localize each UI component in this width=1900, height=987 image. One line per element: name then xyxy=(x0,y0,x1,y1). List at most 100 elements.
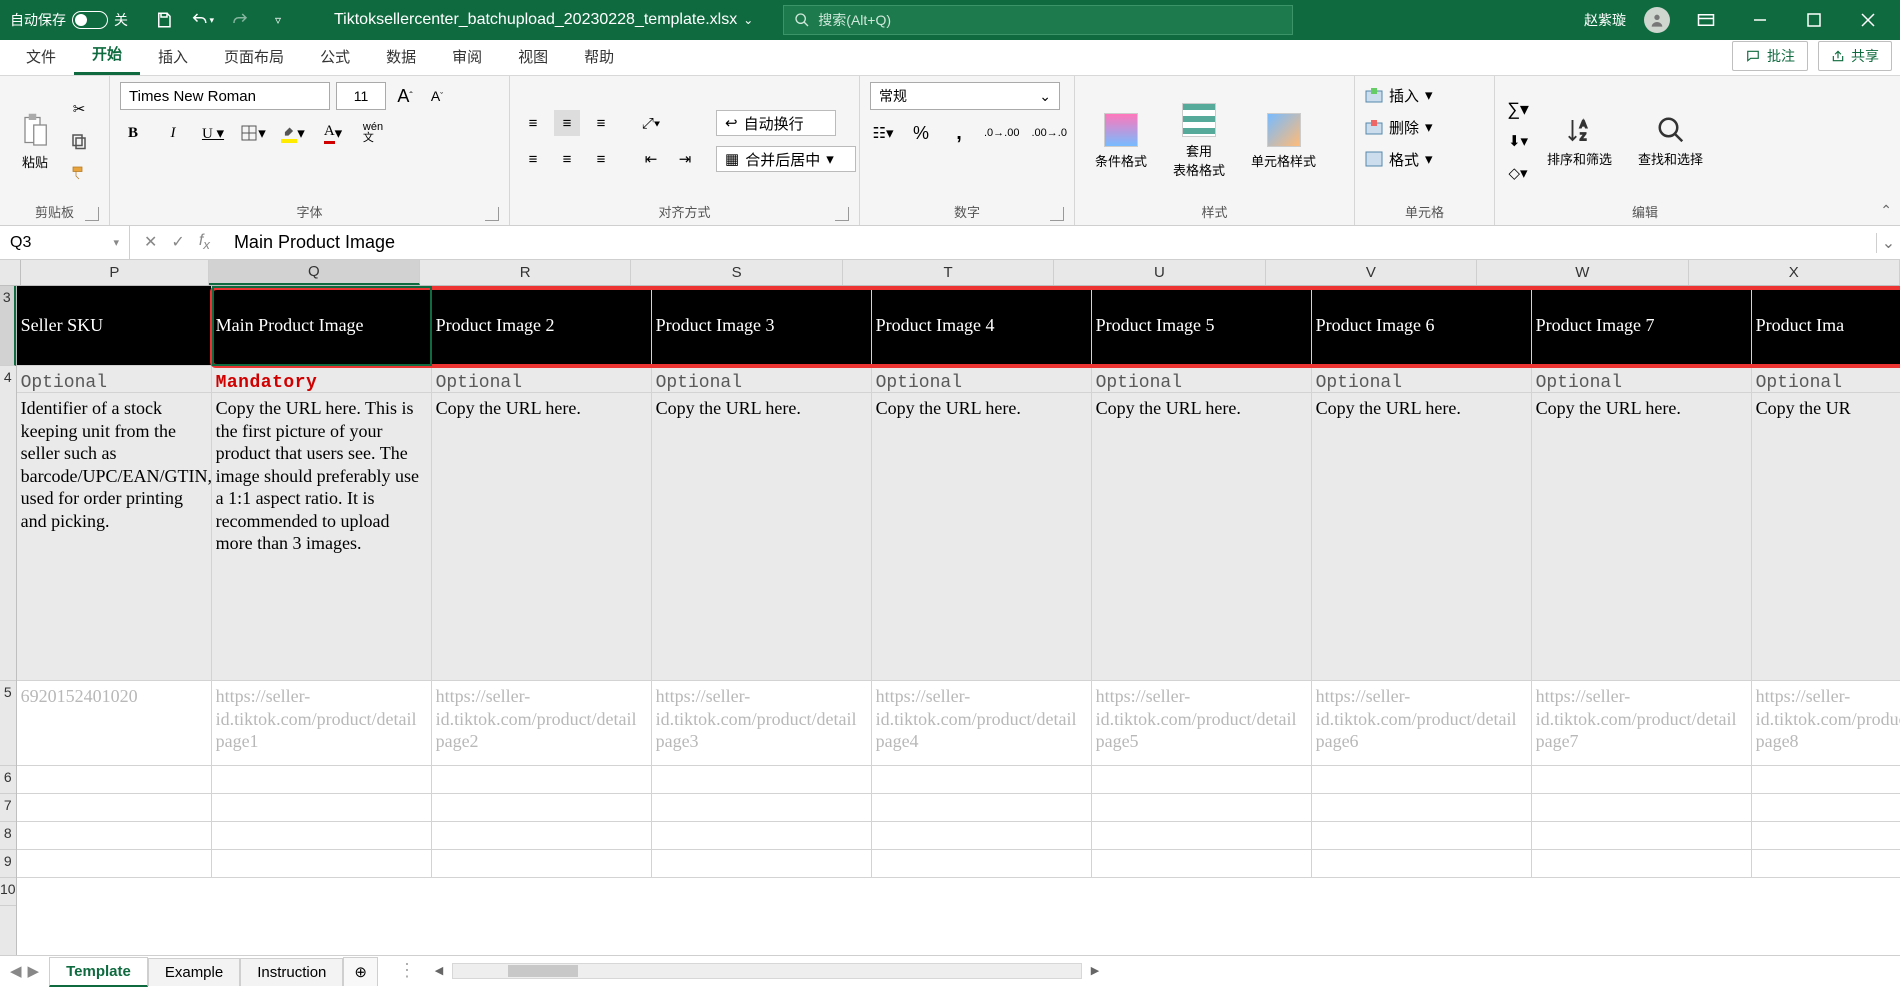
dialog-launcher-icon[interactable] xyxy=(485,207,499,221)
cell[interactable]: https://seller-id.tiktok.com/product/det… xyxy=(212,681,432,765)
sheet-nav-next-icon[interactable]: ▶ xyxy=(28,962,40,980)
new-sheet-button[interactable]: ⊕ xyxy=(343,957,378,986)
comma-icon[interactable]: , xyxy=(946,120,972,146)
tab-help[interactable]: 帮助 xyxy=(566,38,632,75)
name-box[interactable]: Q3▾ xyxy=(0,226,130,259)
decrease-decimal-icon[interactable]: .00→.0 xyxy=(1031,120,1066,146)
autosum-icon[interactable]: ∑▾ xyxy=(1505,96,1531,122)
sheet-tab-template[interactable]: Template xyxy=(49,957,148,987)
cell[interactable] xyxy=(1092,766,1312,793)
select-all-triangle[interactable] xyxy=(0,260,21,285)
border-icon[interactable]: ▾ xyxy=(240,120,266,146)
cell[interactable]: Optional xyxy=(1092,366,1312,392)
decrease-font-icon[interactable]: Aˇ xyxy=(424,83,450,109)
cell[interactable]: Optional xyxy=(432,366,652,392)
cell[interactable] xyxy=(212,822,432,849)
cell[interactable] xyxy=(1092,822,1312,849)
save-icon[interactable] xyxy=(152,8,176,32)
cell[interactable]: Product Image 4 xyxy=(872,286,1092,365)
cell[interactable] xyxy=(1312,766,1532,793)
cell[interactable] xyxy=(432,794,652,821)
cell[interactable] xyxy=(1312,850,1532,877)
cell[interactable] xyxy=(1312,794,1532,821)
cell[interactable]: Optional xyxy=(1532,366,1752,392)
row-header[interactable]: 7 xyxy=(0,794,16,822)
align-left-icon[interactable]: ≡ xyxy=(520,146,546,172)
cell[interactable] xyxy=(872,850,1092,877)
tab-home[interactable]: 开始 xyxy=(74,35,140,75)
dialog-launcher-icon[interactable] xyxy=(85,207,99,221)
cell[interactable] xyxy=(432,822,652,849)
merge-center-button[interactable]: ▦合并后居中▾ xyxy=(716,146,856,172)
cell[interactable]: Product Image 6 xyxy=(1312,286,1532,365)
cut-icon[interactable]: ✂ xyxy=(66,96,92,122)
conditional-format-button[interactable]: 条件格式 xyxy=(1085,113,1157,170)
clear-icon[interactable]: ◇▾ xyxy=(1505,160,1531,186)
tab-formula[interactable]: 公式 xyxy=(302,38,368,75)
autosave-toggle[interactable]: 自动保存 关 xyxy=(0,10,138,30)
cell[interactable] xyxy=(1752,822,1900,849)
tab-view[interactable]: 视图 xyxy=(500,38,566,75)
column-header[interactable]: V xyxy=(1266,260,1477,285)
column-header[interactable]: W xyxy=(1477,260,1688,285)
paste-button[interactable]: 粘贴 xyxy=(10,112,60,171)
cancel-formula-icon[interactable]: ✕ xyxy=(144,232,157,252)
cell[interactable] xyxy=(652,766,872,793)
cell[interactable] xyxy=(1532,794,1752,821)
cell[interactable] xyxy=(872,766,1092,793)
horizontal-scrollbar[interactable]: ⋮ ◀ ▶ xyxy=(378,960,1900,981)
comments-button[interactable]: 批注 xyxy=(1732,41,1808,71)
sort-filter-button[interactable]: AZ排序和筛选 xyxy=(1537,115,1622,168)
insert-cells-button[interactable]: 插入▾ xyxy=(1365,82,1433,108)
row-header[interactable]: 10 xyxy=(0,878,16,906)
tab-file[interactable]: 文件 xyxy=(8,38,74,75)
cell[interactable]: 6920152401020 xyxy=(17,681,212,765)
cell[interactable]: Copy the URL here. xyxy=(872,393,1092,680)
column-header[interactable]: U xyxy=(1054,260,1265,285)
cell[interactable] xyxy=(432,850,652,877)
cell[interactable] xyxy=(17,766,212,793)
cell[interactable]: Identifier of a stock keeping unit from … xyxy=(17,393,212,680)
align-right-icon[interactable]: ≡ xyxy=(588,146,614,172)
hscrollbar-thumb[interactable] xyxy=(508,965,578,977)
tab-insert[interactable]: 插入 xyxy=(140,38,206,75)
cell[interactable] xyxy=(1752,766,1900,793)
cell[interactable]: Copy the URL here. xyxy=(1312,393,1532,680)
cell[interactable] xyxy=(1092,794,1312,821)
enter-formula-icon[interactable]: ✓ xyxy=(171,232,184,252)
document-title[interactable]: Tiktoksellercenter_batchupload_20230228_… xyxy=(304,11,783,29)
cell[interactable]: Optional xyxy=(17,366,212,392)
column-header[interactable]: T xyxy=(843,260,1054,285)
column-header[interactable]: R xyxy=(420,260,631,285)
cell[interactable] xyxy=(212,766,432,793)
cell[interactable]: https://seller-id.tiktok.com/product/det… xyxy=(652,681,872,765)
row-header[interactable]: 3 xyxy=(0,286,16,366)
scroll-right-icon[interactable]: ▶ xyxy=(1086,964,1104,977)
column-header[interactable]: Q xyxy=(209,260,420,285)
cell[interactable]: Copy the URL here. xyxy=(652,393,872,680)
sheet-tab-instruction[interactable]: Instruction xyxy=(240,958,343,986)
tab-data[interactable]: 数据 xyxy=(368,38,434,75)
cell[interactable]: Copy the URL here. xyxy=(1092,393,1312,680)
font-size-combo[interactable]: 11 xyxy=(336,82,386,110)
align-top-icon[interactable]: ≡ xyxy=(520,110,546,136)
align-middle-icon[interactable]: ≡ xyxy=(554,110,580,136)
copy-icon[interactable] xyxy=(66,128,92,154)
number-format-combo[interactable]: 常规⌄ xyxy=(870,82,1060,110)
cell[interactable]: Product Image 7 xyxy=(1532,286,1752,365)
cell[interactable] xyxy=(872,822,1092,849)
cell[interactable] xyxy=(212,850,432,877)
align-center-icon[interactable]: ≡ xyxy=(554,146,580,172)
cell[interactable] xyxy=(17,822,212,849)
accounting-format-icon[interactable]: ☷▾ xyxy=(870,120,896,146)
font-color-icon[interactable]: A▾ xyxy=(320,120,346,146)
maximize-icon[interactable] xyxy=(1796,2,1832,38)
dialog-launcher-icon[interactable] xyxy=(835,207,849,221)
ribbon-mode-icon[interactable] xyxy=(1688,2,1724,38)
cell[interactable] xyxy=(872,794,1092,821)
toggle-switch[interactable] xyxy=(72,11,108,29)
align-bottom-icon[interactable]: ≡ xyxy=(588,110,614,136)
cell-styles-button[interactable]: 单元格样式 xyxy=(1241,113,1326,170)
cell[interactable]: https://seller-id.tiktok.com/product/det… xyxy=(872,681,1092,765)
cell[interactable] xyxy=(1312,822,1532,849)
